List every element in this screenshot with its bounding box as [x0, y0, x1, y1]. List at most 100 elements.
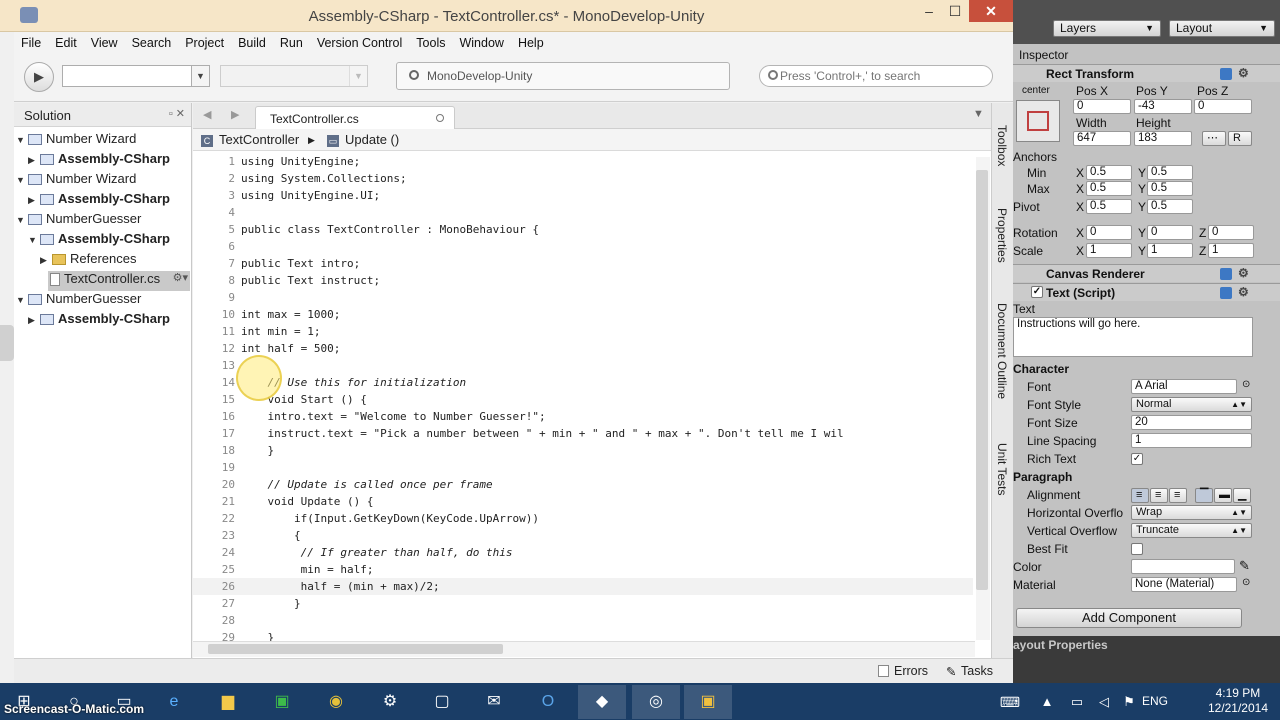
align-right-button[interactable]: ≡	[1169, 488, 1187, 503]
tree-item[interactable]: ▶ References	[40, 251, 136, 271]
gear-icon[interactable]: ⚙	[1238, 266, 1249, 280]
align-bottom-button[interactable]: ▁	[1233, 488, 1251, 503]
rot-y-field[interactable]: 0	[1147, 225, 1193, 240]
explorer-icon[interactable]: ▆	[204, 685, 252, 719]
menu-help[interactable]: Help	[511, 32, 551, 50]
pad-unit-tests[interactable]: Unit Tests	[995, 443, 1009, 495]
align-top-button[interactable]: ▔	[1195, 488, 1213, 503]
font-field[interactable]: A Arial	[1131, 379, 1237, 394]
help-icon[interactable]	[1220, 68, 1232, 80]
path-class[interactable]: C TextController	[201, 132, 299, 147]
code-line[interactable]: 9	[193, 289, 973, 306]
menu-window[interactable]: Window	[452, 32, 510, 50]
menu-view[interactable]: View	[84, 32, 125, 50]
menu-file[interactable]: File	[14, 32, 48, 50]
tree-item[interactable]: ▼ Number Wizard	[16, 131, 136, 151]
layers-dropdown[interactable]: Layers ▼	[1053, 20, 1161, 37]
tree-item[interactable]: ▼ Number Wizard	[16, 171, 136, 191]
posx-field[interactable]: 0	[1073, 99, 1131, 114]
gear-icon[interactable]: ⚙▾	[173, 271, 188, 284]
code-line[interactable]: 1 using UnityEngine;	[193, 153, 973, 170]
unity-icon[interactable]: ◆	[578, 685, 626, 719]
min-y-field[interactable]: 0.5	[1147, 165, 1193, 180]
target-select[interactable]: ▼	[220, 65, 368, 87]
code-line[interactable]: 19	[193, 459, 973, 476]
help-icon[interactable]	[1220, 268, 1232, 280]
keyboard-icon[interactable]: ⌨	[990, 685, 1030, 719]
expand-icon[interactable]: ▼	[16, 295, 26, 305]
close-button[interactable]: ✕	[969, 0, 1013, 22]
max-y-field[interactable]: 0.5	[1147, 181, 1193, 196]
pad-document-outline[interactable]: Document Outline	[995, 303, 1009, 399]
window-icon[interactable]: ▢	[418, 685, 466, 719]
menu-project[interactable]: Project	[178, 32, 231, 50]
code-line[interactable]: 26 half = (min + max)/2;	[193, 578, 973, 595]
chevron-down-icon[interactable]: ▼	[973, 108, 984, 120]
gear-icon[interactable]: ⚙	[1238, 285, 1249, 299]
expand-icon[interactable]: ▶	[28, 195, 38, 206]
height-field[interactable]: 183	[1134, 131, 1192, 146]
code-line[interactable]: 18 }	[193, 442, 973, 459]
text-script-header[interactable]: ✓ Text (Script) ⚙	[1013, 283, 1280, 301]
code-line[interactable]: 25 min = half;	[193, 561, 973, 578]
scale-z-field[interactable]: 1	[1208, 243, 1254, 258]
font-style-select[interactable]: Normal ▲▼	[1131, 397, 1252, 412]
code-line[interactable]: 14 // Use this for initialization	[193, 374, 973, 391]
h-overflow-select[interactable]: Wrap ▲▼	[1131, 505, 1252, 520]
v-overflow-select[interactable]: Truncate ▲▼	[1131, 523, 1252, 538]
menu-tools[interactable]: Tools	[409, 32, 452, 50]
text-area[interactable]: Instructions will go here.	[1013, 317, 1253, 357]
code-line[interactable]: 27 }	[193, 595, 973, 612]
back-icon[interactable]: ◀	[203, 108, 211, 121]
tree-item[interactable]: ▼ NumberGuesser	[16, 291, 141, 311]
tab-inspector[interactable]: Inspector	[1013, 46, 1113, 64]
close-icon[interactable]: ▫ ✕	[169, 107, 185, 120]
pivot-x-field[interactable]: 0.5	[1086, 199, 1132, 214]
raw-edit-button[interactable]: R	[1228, 131, 1252, 146]
expand-icon[interactable]: ▼	[28, 235, 38, 245]
pad-properties[interactable]: Properties	[995, 208, 1009, 263]
ie-icon[interactable]: e	[150, 685, 198, 719]
code-line[interactable]: 16 intro.text = "Welcome to Number Guess…	[193, 408, 973, 425]
gear-icon[interactable]: ⚙	[1238, 66, 1249, 80]
code-line[interactable]: 6	[193, 238, 973, 255]
align-left-button[interactable]: ≡	[1131, 488, 1149, 503]
color-swatch[interactable]	[1131, 559, 1235, 574]
code-view[interactable]: 1 using UnityEngine; 2 using System.Collect…	[193, 153, 973, 643]
code-line[interactable]: 21 void Update () {	[193, 493, 973, 510]
configuration-select[interactable]: ▼	[62, 65, 210, 87]
scale-x-field[interactable]: 1	[1086, 243, 1132, 258]
max-x-field[interactable]: 0.5	[1086, 181, 1132, 196]
settings-icon[interactable]: ⚙	[366, 685, 414, 719]
code-line[interactable]: 4	[193, 204, 973, 221]
tab-textcontroller[interactable]: TextController.cs	[255, 106, 455, 129]
layout-properties-bar[interactable]: ayout Properties	[1013, 636, 1280, 683]
errors-button[interactable]: Errors	[894, 664, 928, 678]
search-box[interactable]	[759, 65, 993, 87]
flag-icon[interactable]: ⚑	[1116, 685, 1142, 719]
tree-item[interactable]: ▼ Assembly-CSharp	[28, 231, 170, 251]
best-fit-checkbox[interactable]	[1131, 543, 1143, 555]
outlook-icon[interactable]: O	[524, 685, 572, 719]
canvas-renderer-header[interactable]: Canvas Renderer ⚙	[1013, 264, 1280, 282]
rect-transform-header[interactable]: Rect Transform ⚙	[1013, 64, 1280, 82]
code-line[interactable]: 7 public Text intro;	[193, 255, 973, 272]
enabled-checkbox[interactable]: ✓	[1031, 286, 1043, 298]
expand-icon[interactable]: ▶	[28, 155, 38, 166]
posy-field[interactable]: -43	[1134, 99, 1192, 114]
layout-dropdown[interactable]: Layout ▼	[1169, 20, 1275, 37]
font-size-field[interactable]: 20	[1131, 415, 1252, 430]
line-spacing-field[interactable]: 1	[1131, 433, 1252, 448]
screencast-icon[interactable]: ▣	[684, 685, 732, 719]
blueprint-button[interactable]: ⋯	[1202, 131, 1226, 146]
expand-icon[interactable]: ▶	[28, 315, 38, 326]
tree-item[interactable]: ▶ Assembly-CSharp	[28, 311, 170, 331]
tree-item-selected[interactable]: TextController.cs ⚙▾	[48, 271, 190, 291]
tree-item[interactable]: ▼ NumberGuesser	[16, 211, 141, 231]
mail-icon[interactable]: ✉	[470, 685, 518, 719]
code-line[interactable]: 8 public Text instruct;	[193, 272, 973, 289]
anchor-preset-button[interactable]	[1016, 100, 1060, 142]
vertical-scroll-thumb[interactable]	[976, 170, 988, 590]
code-line[interactable]: 15 void Start () {	[193, 391, 973, 408]
clock[interactable]: 4:19 PM 12/21/2014	[1208, 686, 1268, 716]
